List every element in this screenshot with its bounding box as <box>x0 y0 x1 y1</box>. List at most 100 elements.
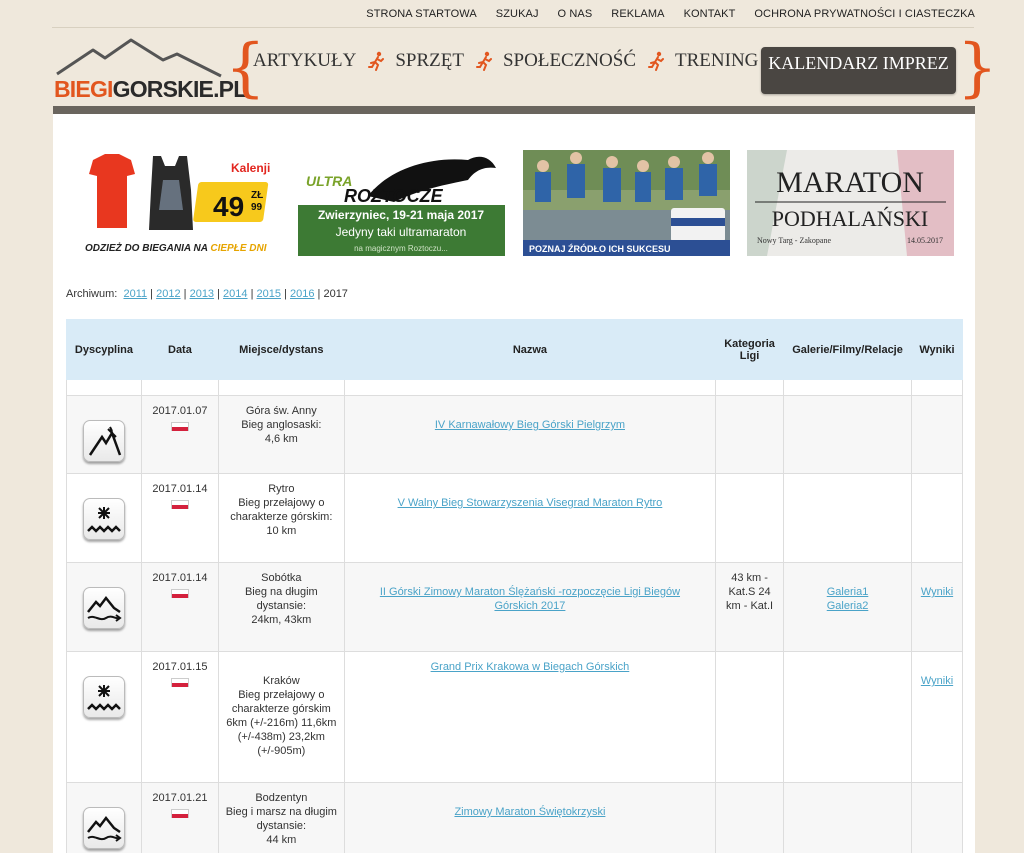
event-distance: 6km (+/-216m) 11,6km (+/-438m) 23,2km (+… <box>226 717 337 757</box>
kalenji-caption2: CIEPŁE DNI <box>210 243 266 254</box>
przelajowy-icon <box>82 498 125 540</box>
table-row: 2017.01.07 Góra św. Anny Bieg anglosaski:… <box>66 395 963 474</box>
col-gallery: Galerie/Filmy/Relacje <box>783 319 912 380</box>
podhale-line2: PODHALAŃSKI <box>772 206 928 231</box>
nav-gear[interactable]: SPRZĘT <box>395 50 464 72</box>
kalenji-caption1: ODZIEŻ DO BIEGANIA NA <box>85 241 210 254</box>
col-place: Miejsce/dystans <box>217 319 345 380</box>
event-desc: Bieg i marsz na długim dystansie: <box>225 806 337 832</box>
poland-flag-icon <box>170 500 189 509</box>
topnav-search-link[interactable]: SZUKAJ <box>496 8 539 20</box>
results-link[interactable]: Wyniki <box>921 675 953 687</box>
site-logo[interactable]: BIEGIGORSKIE.PL <box>53 38 247 106</box>
gallery-link[interactable]: Galeria1 <box>827 586 869 598</box>
archive-year-link[interactable]: 2016 <box>290 288 314 300</box>
col-category: Kategoria Ligi <box>715 319 785 380</box>
event-category: 43 km - Kat.S 24 km - Kat.I <box>726 572 774 612</box>
podhale-place: Nowy Targ - Zakopane <box>757 236 831 245</box>
kalenji-banner[interactable]: Kalenji 49 ZŁ 99 ODZIEŻ DO BIEGANIA NA C… <box>83 150 279 256</box>
runner-icon <box>648 51 665 71</box>
logo-part1: BIEGI <box>54 76 113 102</box>
runners-photo: POZNAJ ŹRÓDŁO ICH SUKCESU <box>523 150 730 256</box>
event-date: 2017.01.21 <box>152 792 208 804</box>
event-date: 2017.01.14 <box>152 572 208 584</box>
podhale-banner[interactable]: MARATON PODHALAŃSKI Nowy Targ - Zakopane… <box>747 150 954 256</box>
price-currency: ZŁ <box>251 190 263 201</box>
main-content: Kalenji 49 ZŁ 99 ODZIEŻ DO BIEGANIA NA C… <box>53 114 975 853</box>
source-banner[interactable]: POZNAJ ŹRÓDŁO ICH SUKCESU <box>523 150 730 256</box>
calendar-button[interactable]: KALENDARZ IMPREZ <box>761 47 956 94</box>
header-bar <box>53 106 975 114</box>
topnav-about-link[interactable]: O NAS <box>558 8 593 20</box>
roztocze-banner[interactable]: ULTRA ROZTOCZE Zwierzyniec, 19-21 maja 2… <box>298 150 505 256</box>
event-distance: 10 km <box>266 525 297 537</box>
podhale-date: 14.05.2017 <box>907 236 943 245</box>
events-table: Dyscyplina Data Miejsce/dystans Nazwa Ka… <box>66 319 963 853</box>
apparel-image: Kalenji 49 ZŁ 99 ODZIEŻ DO BIEGANIA NA C… <box>85 154 270 254</box>
event-distance: 44 km <box>266 834 297 846</box>
roztocze-line3: na magicznym Roztoczu... <box>354 244 448 253</box>
archive-year-link[interactable]: 2013 <box>190 288 214 300</box>
table-row: 2017.01.14 Sobótka Bieg na długim dystans… <box>66 562 963 652</box>
poland-flag-icon <box>170 422 189 431</box>
right-brace: } <box>957 31 998 105</box>
main-nav: ARTYKUŁY SPRZĘT SPOŁECZNOŚĆ TRENING <box>253 50 797 72</box>
top-divider <box>52 27 974 28</box>
event-name-link[interactable]: II Górski Zimowy Maraton Ślężański -rozp… <box>380 586 680 612</box>
archive-year-link[interactable]: 2012 <box>156 288 180 300</box>
results-link[interactable]: Wyniki <box>921 586 953 598</box>
topnav-home-link[interactable]: STRONA STARTOWA <box>366 8 477 20</box>
price: 49 <box>213 191 244 222</box>
event-place: Rytro <box>268 483 295 495</box>
event-place: Bodzentyn <box>255 792 308 804</box>
archive-year-link[interactable]: 2011 <box>123 288 147 300</box>
roztocze-line1: Zwierzyniec, 19-21 maja 2017 <box>318 208 484 222</box>
col-results: Wyniki <box>911 319 963 380</box>
source-caption: POZNAJ ŹRÓDŁO ICH SUKCESU <box>529 243 671 254</box>
podhale-line1: MARATON <box>776 166 924 199</box>
dlugi-dystans-icon <box>82 807 125 849</box>
topnav-privacy-link[interactable]: OCHRONA PRYWATNOŚCI I CIASTECZKA <box>754 8 975 20</box>
anglosaski-icon <box>82 420 125 462</box>
event-place: Góra św. Anny <box>245 405 317 417</box>
horse-image: ULTRA ROZTOCZE Zwierzyniec, 19-21 maja 2… <box>298 156 505 256</box>
event-desc: Bieg przełajowy o charakterze górskim: <box>230 497 333 523</box>
nav-training[interactable]: TRENING <box>675 50 758 72</box>
event-distance: 24km, 43km <box>251 614 312 626</box>
event-desc: Bieg przełajowy o charakterze górskim <box>231 689 331 715</box>
event-desc: Bieg na długim dystansie: <box>244 586 318 612</box>
poland-flag-icon <box>170 589 189 598</box>
roztocze-title2: ROZTOCZE <box>344 186 444 206</box>
poland-flag-icon <box>170 678 189 687</box>
roztocze-line2: Jedyny taki ultramaraton <box>336 225 467 239</box>
col-name: Nazwa <box>343 319 717 380</box>
event-name-link[interactable]: Grand Prix Krakowa w Biegach Górskich <box>431 661 630 673</box>
nav-community[interactable]: SPOŁECZNOŚĆ <box>503 50 636 72</box>
archive-year-link[interactable]: 2015 <box>257 288 281 300</box>
mountain-logo-icon <box>56 38 222 78</box>
topnav-contact-link[interactable]: KONTAKT <box>684 8 736 20</box>
banner-row: Kalenji 49 ZŁ 99 ODZIEŻ DO BIEGANIA NA C… <box>83 150 955 256</box>
przelajowy-icon <box>82 676 125 718</box>
archive-links: Archiwum: 2011 | 2012 | 2013 | 2014 | 20… <box>66 288 348 300</box>
topnav-ads-link[interactable]: REKLAMA <box>611 8 664 20</box>
event-date: 2017.01.15 <box>152 661 208 673</box>
nav-articles[interactable]: ARTYKUŁY <box>253 50 356 72</box>
event-name-link[interactable]: Zimowy Maraton Świętokrzyski <box>454 806 605 818</box>
table-row: 2017.01.21 Bodzentyn Bieg i marsz na dług… <box>66 782 963 853</box>
gallery-link[interactable]: Galeria2 <box>827 600 869 612</box>
event-distance: 4,6 km <box>264 433 298 445</box>
archive-label: Archiwum: <box>66 288 118 300</box>
table-spacer <box>66 379 963 396</box>
event-name-link[interactable]: IV Karnawałowy Bieg Górski Pielgrzym <box>435 419 625 431</box>
runner-icon <box>475 51 492 71</box>
event-place: Sobótka <box>261 572 302 584</box>
archive-current-year: 2017 <box>323 288 348 300</box>
svg-text:ODZIEŻ DO BIEGANIA NA CIEPŁE D: ODZIEŻ DO BIEGANIA NA CIEPŁE DNI <box>85 241 267 254</box>
event-desc: Bieg anglosaski: <box>241 419 322 431</box>
event-date: 2017.01.14 <box>152 483 208 495</box>
dlugi-dystans-icon <box>82 587 125 629</box>
archive-year-link[interactable]: 2014 <box>223 288 247 300</box>
event-name-link[interactable]: V Walny Bieg Stowarzyszenia Visegrad Mar… <box>398 497 663 509</box>
price-cents: 99 <box>251 202 263 213</box>
